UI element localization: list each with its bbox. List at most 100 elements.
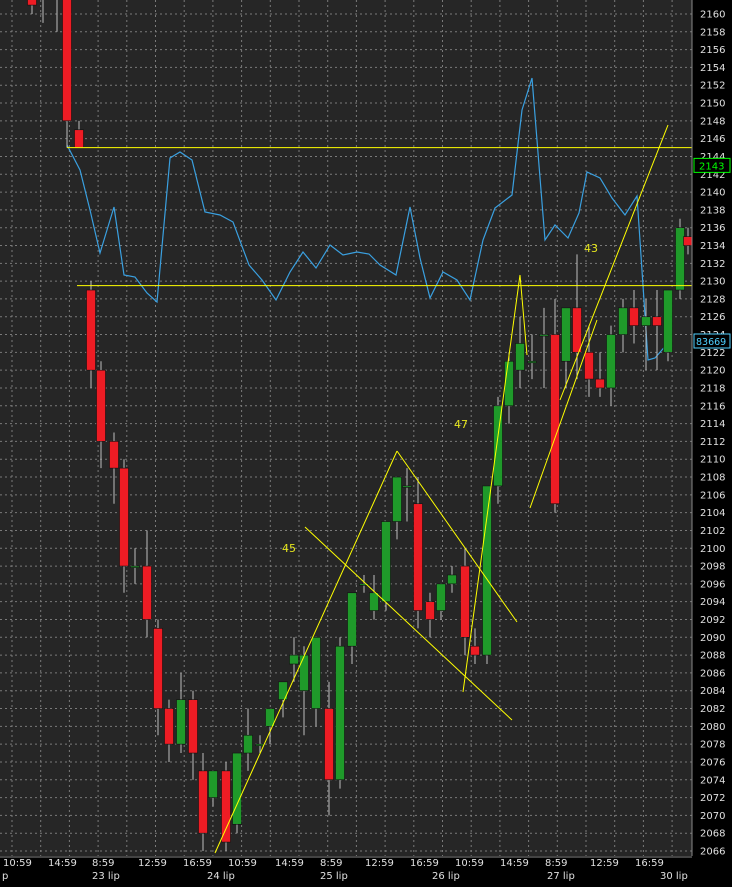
y-tick-label: 2130 (700, 277, 725, 288)
y-tick-label: 2154 (700, 63, 725, 74)
x-time-label: 12:59 (365, 858, 394, 869)
y-tick-label: 2126 (700, 312, 725, 323)
y-tick-label: 2128 (700, 294, 725, 305)
y-tick-label: 2138 (700, 205, 725, 216)
candle-body (243, 734, 253, 754)
y-tick-label: 2114 (700, 419, 725, 430)
y-tick-label: 2098 (700, 562, 725, 573)
x-date-label: 23 lip (92, 871, 120, 882)
candle-body (62, 0, 72, 122)
annotation-label: 43 (584, 242, 598, 255)
x-date-label: 24 lip (207, 871, 235, 882)
candle-body (482, 485, 492, 656)
x-axis: 10:59 14:59 8:59 12:59 16:59 10:59 14:59 8:59 12… (0, 856, 732, 883)
x-time-label: 10:59 (3, 858, 32, 869)
candle-body (232, 752, 242, 825)
x-time-label: 12:59 (138, 858, 167, 869)
y-tick-label: 2146 (700, 134, 725, 145)
x-time-label: 14:59 (500, 858, 529, 869)
y-tick-label: 2106 (700, 490, 725, 501)
candle-body (153, 628, 163, 709)
candle-body (663, 289, 673, 353)
bullish-candle (675, 218, 685, 299)
y-tick-label: 2110 (700, 455, 725, 466)
candle-body (504, 360, 514, 407)
candle-body (164, 708, 174, 745)
y-tick-label: 2092 (700, 615, 725, 626)
x-time-label: 8:59 (92, 858, 114, 869)
y-tick-label: 2108 (700, 473, 725, 484)
y-tick-label: 2160 (700, 10, 725, 21)
x-time-label: 16:59 (183, 858, 212, 869)
y-tick-label: 2074 (700, 775, 725, 786)
y-tick-label: 2084 (700, 686, 725, 697)
y-tick-label: 2082 (700, 704, 725, 715)
candle-body (347, 592, 357, 647)
candle-body (392, 476, 402, 522)
y-tick-label: 2122 (700, 348, 725, 359)
candle-body (447, 574, 457, 585)
chart-root: 45 47 43 2066 2068 2070 2072 2074 2076 2078 2080 2… (0, 0, 732, 883)
y-tick-label: 2120 (700, 366, 725, 377)
candle-body (675, 227, 685, 291)
y-tick-label: 2148 (700, 116, 725, 127)
candle-body (96, 369, 106, 442)
y-tick-label: 2112 (700, 437, 725, 448)
y-tick-label: 2118 (700, 383, 725, 394)
x-time-label: 12:59 (590, 858, 619, 869)
y-tick-label: 2150 (700, 99, 725, 110)
candle-body (109, 441, 119, 469)
y-tick-label: 2076 (700, 757, 725, 768)
candle-body (324, 708, 334, 781)
x-time-label: 8:59 (320, 858, 342, 869)
y-tick-label: 2068 (700, 829, 725, 840)
x-time-label: 14:59 (275, 858, 304, 869)
y-tick-label: 2086 (700, 668, 725, 679)
y-tick-label: 2094 (700, 597, 725, 608)
candle-body (641, 316, 651, 326)
y-tick-label: 2158 (700, 27, 725, 38)
x-date-label: 30 lip (660, 871, 688, 882)
y-tick-label: 2156 (700, 45, 725, 56)
candle-body (221, 770, 231, 843)
x-time-label: 8:59 (545, 858, 567, 869)
y-tick-label: 2096 (700, 579, 725, 590)
x-time-label: 10:59 (228, 858, 257, 869)
candle-body (629, 307, 639, 326)
candle-body (176, 699, 186, 745)
candle-body (572, 307, 582, 353)
y-tick-label: 2132 (700, 259, 725, 270)
price-chart: 454743 206620682070207220742076207820802… (0, 0, 732, 883)
candle-body (550, 334, 560, 505)
candle-body (652, 316, 662, 326)
x-date-label: 27 lip (547, 871, 575, 882)
candle-body (119, 467, 129, 567)
candle-body (539, 334, 549, 337)
annotation-label: 45 (282, 542, 296, 555)
candle-body (595, 378, 605, 389)
candle-body (27, 0, 37, 6)
y-tick-label: 2080 (700, 722, 725, 733)
last-price-label: 2143 (699, 161, 724, 172)
x-time-label: 10:59 (455, 858, 484, 869)
y-tick-label: 2136 (700, 223, 725, 234)
y-tick-label: 2140 (700, 188, 725, 199)
candle-body (561, 307, 571, 362)
bullish-candle (663, 289, 673, 362)
x-date-label: p (2, 871, 8, 882)
x-date-label: 25 lip (320, 871, 348, 882)
candle-body (299, 654, 309, 692)
x-time-label: 16:59 (410, 858, 439, 869)
candle-body (606, 334, 616, 389)
y-tick-label: 2134 (700, 241, 725, 252)
candle-body (402, 485, 412, 488)
bearish-candle (221, 761, 231, 851)
y-tick-label: 2070 (700, 811, 725, 822)
y-tick-label: 2102 (700, 526, 725, 537)
x-time-label: 14:59 (48, 858, 77, 869)
candle-body (335, 645, 345, 781)
candle-body (683, 236, 693, 246)
candle-body (142, 565, 152, 620)
candle-body (425, 601, 435, 620)
candle-body (413, 503, 423, 611)
